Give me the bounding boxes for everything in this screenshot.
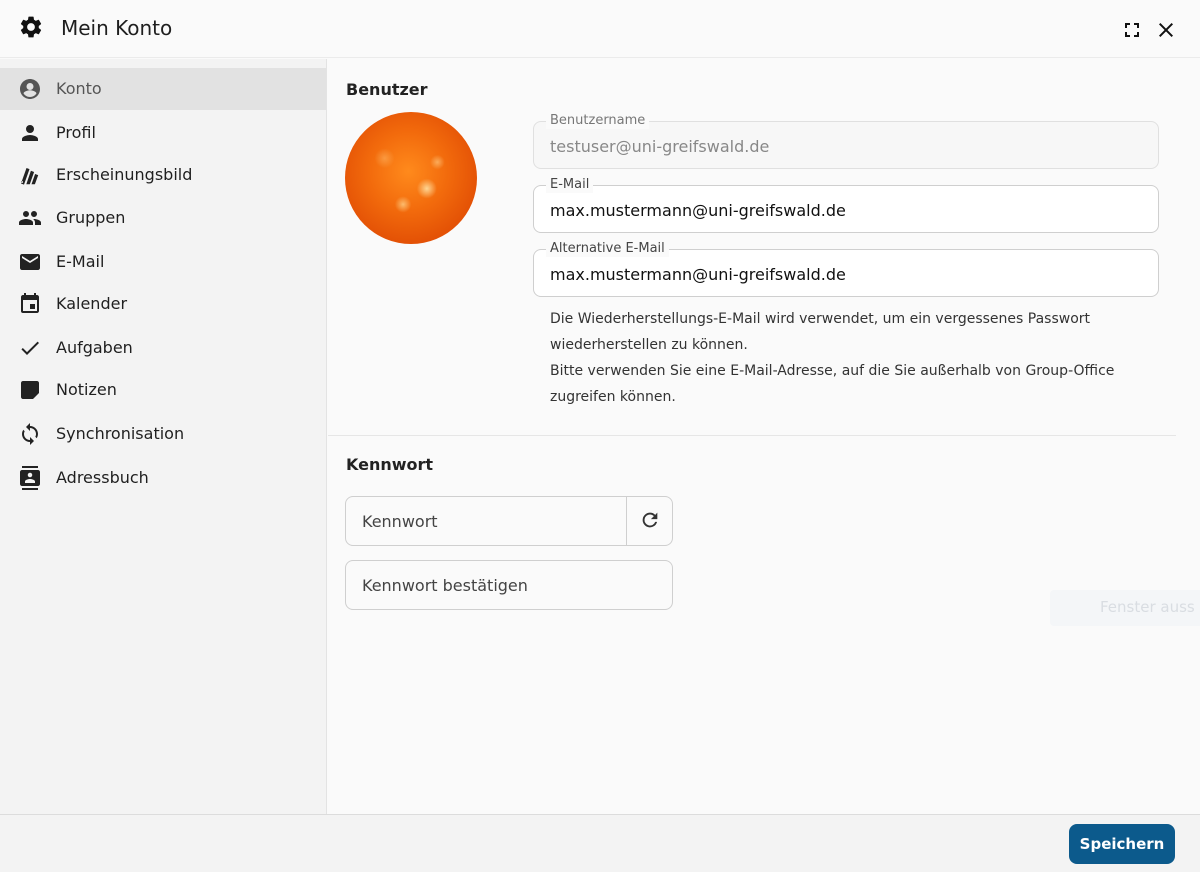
sync-icon <box>22 423 38 445</box>
alt-email-input[interactable] <box>550 262 1140 286</box>
dialog-footer: Speichern <box>0 814 1200 872</box>
hint-text-2: Bitte verwenden Sie eine E-Mail-Adresse,… <box>550 363 1115 405</box>
account-circle-icon <box>20 79 40 99</box>
email-input[interactable] <box>550 198 1140 222</box>
fullscreen-icon[interactable] <box>1120 18 1144 42</box>
alt-email-label: Alternative E-Mail <box>546 241 669 257</box>
recovery-email-hint: Die Wiederherstellungs-E-Mail wird verwe… <box>550 306 1160 410</box>
section-title-benutzer: Benutzer <box>346 80 428 99</box>
sidebar: Konto Profil Erscheinungsbild Gruppen E-… <box>0 59 327 814</box>
sidebar-item-label: Kalender <box>56 294 128 313</box>
palette-swatch-icon <box>21 168 39 185</box>
email-label: E-Mail <box>546 177 594 193</box>
sidebar-item-label: Profil <box>56 123 96 142</box>
ghost-tooltip: Fenster auss <box>1050 590 1200 626</box>
gear-icon <box>20 16 42 38</box>
hint-text-1: Die Wiederherstellungs-E-Mail wird verwe… <box>550 311 1090 353</box>
mail-icon <box>20 254 40 270</box>
sidebar-item-label: E-Mail <box>56 252 105 271</box>
password-input[interactable] <box>362 509 612 533</box>
alt-email-field[interactable]: Alternative E-Mail <box>533 241 1159 297</box>
person-icon <box>22 125 38 141</box>
email-field[interactable]: E-Mail <box>533 177 1159 233</box>
sidebar-item-label: Synchronisation <box>56 424 185 443</box>
group-icon <box>19 211 41 225</box>
sidebar-item-label: Adressbuch <box>56 468 149 487</box>
sidebar-item-label: Gruppen <box>56 208 126 227</box>
password-field[interactable] <box>345 496 673 546</box>
username-label: Benutzername <box>546 113 650 129</box>
dialog-header: Mein Konto <box>0 0 1200 58</box>
username-input <box>550 134 1140 158</box>
note-icon <box>21 381 39 399</box>
dialog-title: Mein Konto <box>61 16 173 40</box>
generate-password-button[interactable] <box>626 497 672 545</box>
sidebar-item-label: Notizen <box>56 380 117 399</box>
confirm-password-input[interactable] <box>362 573 662 597</box>
main-content: Benutzer Benutzername E-Mail Alternative… <box>328 59 1200 814</box>
sidebar-item-gruppen[interactable]: Gruppen <box>0 197 326 239</box>
sidebar-item-label: Aufgaben <box>56 338 133 357</box>
username-field: Benutzername <box>533 113 1159 169</box>
close-icon[interactable] <box>1154 18 1178 42</box>
sidebar-item-erscheinungsbild[interactable]: Erscheinungsbild <box>0 154 326 196</box>
sidebar-item-adressbuch[interactable]: Adressbuch <box>0 457 326 499</box>
confirm-password-field[interactable] <box>345 560 673 610</box>
sidebar-item-label: Erscheinungsbild <box>56 165 193 184</box>
sidebar-item-label: Konto <box>56 79 102 98</box>
sidebar-item-profil[interactable]: Profil <box>0 112 326 154</box>
contacts-icon <box>20 466 40 490</box>
refresh-icon <box>642 512 658 528</box>
calendar-icon <box>21 293 39 313</box>
sidebar-item-synchronisation[interactable]: Synchronisation <box>0 413 326 455</box>
sidebar-item-aufgaben[interactable]: Aufgaben <box>0 327 326 369</box>
sidebar-item-notizen[interactable]: Notizen <box>0 369 326 411</box>
section-title-kennwort: Kennwort <box>346 455 434 474</box>
save-button[interactable]: Speichern <box>1069 824 1175 864</box>
section-divider <box>328 435 1176 436</box>
sidebar-item-konto[interactable]: Konto <box>0 68 326 110</box>
check-icon <box>21 341 39 355</box>
sidebar-item-email[interactable]: E-Mail <box>0 241 326 283</box>
sidebar-item-kalender[interactable]: Kalender <box>0 283 326 325</box>
avatar[interactable] <box>345 112 477 244</box>
